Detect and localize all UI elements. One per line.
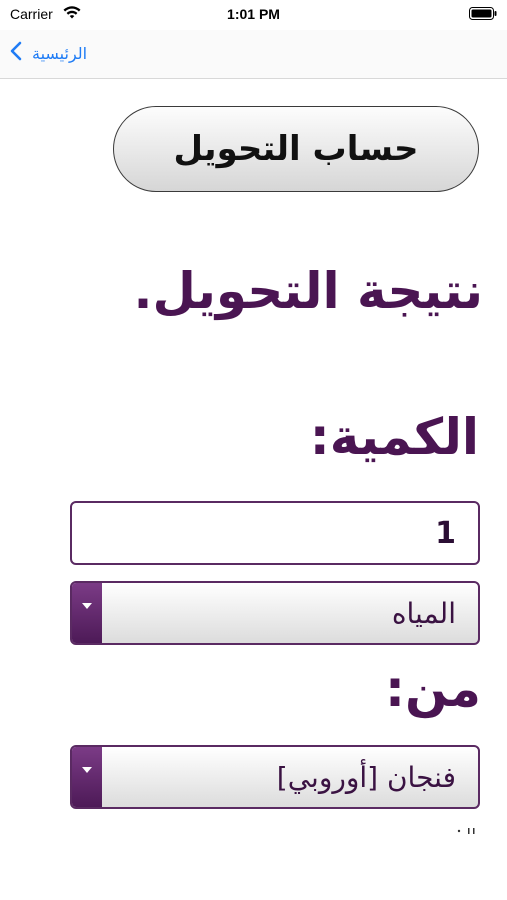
status-bar: Carrier 1:01 PM: [0, 0, 507, 30]
dropdown-arrow-box: [72, 583, 102, 643]
result-title: نتيجة التحويل.: [133, 262, 483, 320]
battery-icon: [469, 7, 497, 20]
quantity-label: الكمية:: [309, 408, 479, 466]
status-time: 1:01 PM: [227, 6, 280, 22]
back-button[interactable]: الرئيسية: [10, 38, 87, 68]
cutoff-text-fragment: [456, 824, 476, 838]
quantity-input[interactable]: 1: [70, 501, 480, 565]
convert-button[interactable]: حساب التحويل: [113, 106, 479, 192]
from-unit-select[interactable]: فنجان [أوروبي]: [70, 745, 480, 809]
back-label: الرئيسية: [32, 43, 88, 63]
navigation-bar: الرئيسية: [0, 30, 507, 79]
unit-type-select[interactable]: المياه: [70, 581, 480, 645]
chevron-left-icon: [10, 41, 22, 65]
from-unit-value: فنجان [أوروبي]: [276, 760, 456, 794]
triangle-down-icon: [81, 759, 93, 778]
dropdown-arrow-box: [72, 747, 102, 807]
unit-type-value: المياه: [391, 596, 456, 630]
triangle-down-icon: [81, 595, 93, 614]
from-label: من:: [385, 660, 481, 718]
